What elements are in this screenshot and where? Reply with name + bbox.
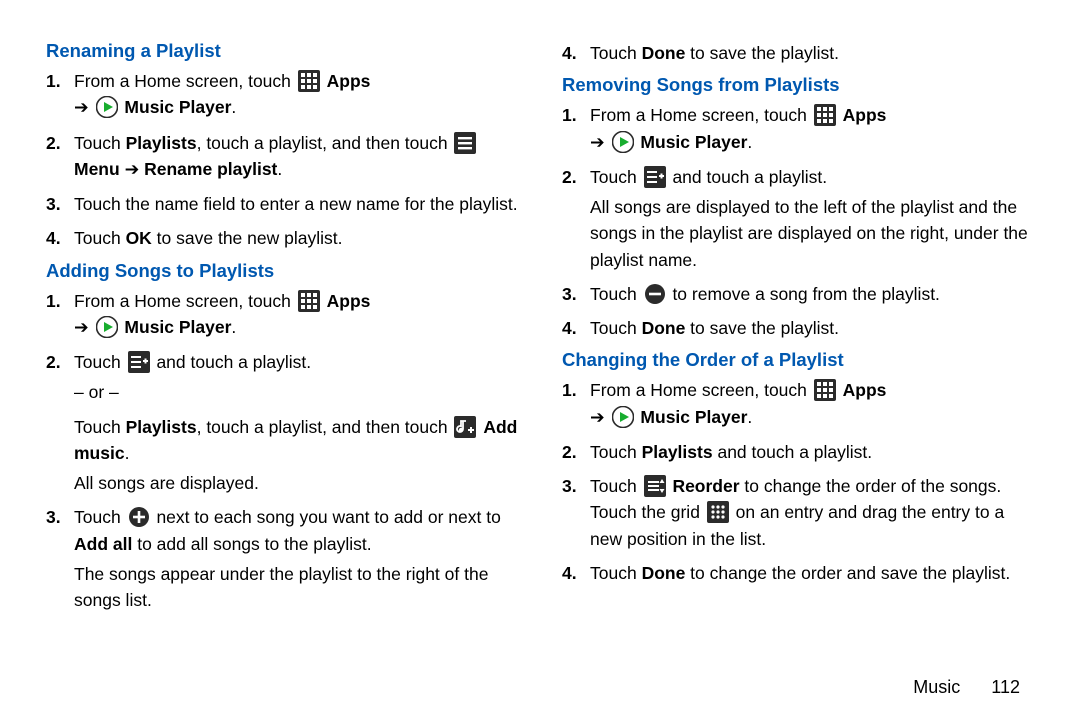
list-item: 4. Touch Done to save the playlist. (590, 40, 1034, 66)
left-column: Renaming a Playlist 1. From a Home scree… (46, 36, 518, 670)
list-item: 4. Touch Done to save the playlist. (590, 315, 1034, 341)
list-item: 3. Touch Reorder to change the order of … (590, 473, 1034, 552)
apps-icon (298, 70, 320, 92)
apps-icon (298, 290, 320, 312)
section-name: Music (913, 677, 960, 697)
adding-steps: 1. From a Home screen, touch Apps ➔ Musi… (46, 288, 518, 614)
music-player-icon (612, 131, 634, 153)
heading-adding: Adding Songs to Playlists (46, 260, 518, 282)
list-item: 2. Touch and touch a playlist. All songs… (590, 164, 1034, 273)
page-number: 112 (991, 677, 1020, 697)
menu-icon (454, 132, 476, 154)
list-item: 3. Touch next to each song you want to a… (74, 504, 518, 613)
list-item: 2. Touch and touch a playlist. – or – To… (74, 349, 518, 496)
heading-changing: Changing the Order of a Playlist (562, 349, 1034, 371)
list-item: 1. From a Home screen, touch Apps ➔ Musi… (74, 288, 518, 342)
adding-steps-cont: 4. Touch Done to save the playlist. (562, 40, 1034, 66)
music-player-icon (96, 316, 118, 338)
music-player-icon (96, 96, 118, 118)
playlist-add-icon (128, 351, 150, 373)
playlist-add-icon (644, 166, 666, 188)
list-item: 1. From a Home screen, touch Apps ➔ Musi… (74, 68, 518, 122)
music-player-icon (612, 406, 634, 428)
reorder-icon (644, 475, 666, 497)
grid-handle-icon (707, 501, 729, 523)
list-item: 1. From a Home screen, touch Apps ➔ Musi… (590, 102, 1034, 156)
right-column: 4. Touch Done to save the playlist. Remo… (562, 36, 1034, 670)
list-item: 4. Touch OK to save the new playlist. (74, 225, 518, 251)
list-item: 3. Touch to remove a song from the playl… (590, 281, 1034, 307)
remove-circle-icon (644, 283, 666, 305)
heading-renaming: Renaming a Playlist (46, 40, 518, 62)
renaming-steps: 1. From a Home screen, touch Apps ➔ Musi… (46, 68, 518, 252)
page-footer: Music 112 (913, 677, 1020, 698)
list-item: 2. Touch Playlists, touch a playlist, an… (74, 130, 518, 184)
manual-page: Renaming a Playlist 1. From a Home scree… (0, 0, 1080, 680)
apps-icon (814, 379, 836, 401)
list-item: 2. Touch Playlists and touch a playlist. (590, 439, 1034, 465)
apps-icon (814, 104, 836, 126)
changing-steps: 1. From a Home screen, touch Apps ➔ Musi… (562, 377, 1034, 586)
removing-steps: 1. From a Home screen, touch Apps ➔ Musi… (562, 102, 1034, 341)
add-music-icon (454, 416, 476, 438)
list-item: 4. Touch Done to change the order and sa… (590, 560, 1034, 586)
list-item: 1. From a Home screen, touch Apps ➔ Musi… (590, 377, 1034, 431)
list-item: 3. Touch the name field to enter a new n… (74, 191, 518, 217)
heading-removing: Removing Songs from Playlists (562, 74, 1034, 96)
add-circle-icon (128, 506, 150, 528)
